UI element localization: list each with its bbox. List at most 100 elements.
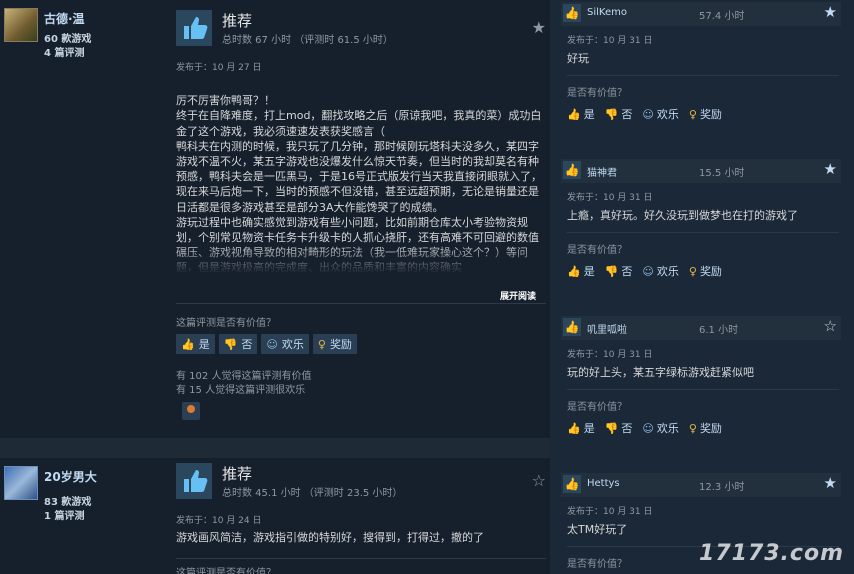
vote-yes-button[interactable]: 👍 是	[176, 334, 215, 354]
vote-no-button[interactable]: 👎 否	[605, 106, 633, 122]
comment-vote-buttons: 👍 是 👎 否 ☺ 欢乐 ♀ 奖励	[567, 263, 722, 279]
review-card: 20岁男大 83 款游戏 1 篇评测 推荐 总时数 45.1 小时 （评测时 2…	[0, 458, 550, 574]
thumbs-down-icon: 👎	[604, 107, 619, 121]
award-button[interactable]: ♀ 奖励	[689, 106, 722, 122]
award-label: 奖励	[699, 422, 722, 435]
posted-date: 发布于：10 月 27 日	[176, 63, 262, 73]
comment-header: 👍 Hettys 12.3 小时 ★	[561, 473, 841, 497]
award-label: 奖励	[699, 108, 722, 121]
comment-helpful-question: 是否有价值？	[567, 559, 627, 570]
commenter-hours: 6.1 小时	[699, 325, 739, 336]
comment-text: 玩的好上头，某五字绿标游戏赶紧似吧	[567, 366, 754, 379]
games-owned[interactable]: 60 款游戏	[44, 30, 91, 45]
posted-date: 发布于：10 月 24 日	[176, 516, 262, 526]
award-star-icon[interactable]: ★	[824, 3, 837, 21]
comment-text: 上瘾，真好玩。好久没玩到做梦也在打的游戏了	[567, 209, 798, 222]
commenter-hours: 57.4 小时	[699, 11, 745, 22]
avatar[interactable]	[4, 8, 38, 42]
vote-no-label: 否	[621, 265, 633, 278]
commenter-name[interactable]: SilKemo	[587, 7, 627, 18]
comment-posted-date: 发布于：10 月 31 日	[567, 193, 653, 203]
vote-buttons: 👍 是 👎 否 ☺ 欢乐 ♀ 奖励	[176, 334, 357, 354]
helpful-count: 有 102 人觉得这篇评测有价值	[176, 371, 312, 382]
comment-posted-date: 发布于：10 月 31 日	[567, 36, 653, 46]
smiley-icon: ☺	[642, 264, 654, 278]
thumbs-up-icon: 👍	[563, 475, 581, 493]
vote-yes-button[interactable]: 👍 是	[567, 263, 595, 279]
comment-helpful-question: 是否有价值？	[567, 245, 627, 256]
commenter-name[interactable]: 猫神君	[587, 164, 617, 179]
vote-funny-label: 欢乐	[656, 422, 679, 435]
playtime-hours: 总时数 67 小时 （评测时 61.5 小时）	[222, 35, 393, 46]
thumbs-up-icon: 👍	[567, 421, 581, 435]
author-name[interactable]: 古德·温	[44, 10, 85, 27]
commenter-hours: 12.3 小时	[699, 482, 745, 493]
review-text: 厉不厉害你鸭哥？！ 终于在自降难度，打上mod，翻找攻略之后（原谅我吧，我真的菜…	[176, 78, 546, 274]
vote-funny-button[interactable]: ☺ 欢乐	[261, 334, 309, 354]
comment-vote-buttons: 👍 是 👎 否 ☺ 欢乐 ♀ 奖励	[567, 106, 722, 122]
vote-funny-button[interactable]: ☺ 欢乐	[642, 420, 678, 436]
comment-helpful-question: 是否有价值？	[567, 402, 627, 413]
author-name[interactable]: 20岁男大	[44, 468, 97, 485]
vote-yes-button[interactable]: 👍 是	[567, 420, 595, 436]
smiley-icon: ☺	[266, 337, 278, 351]
comment-text: 太TM好玩了	[567, 523, 628, 536]
comment-helpful-question: 是否有价值？	[567, 88, 627, 99]
vote-yes-label: 是	[583, 108, 595, 121]
vote-no-button[interactable]: 👎 否	[218, 334, 258, 354]
comment-posted-date: 发布于：10 月 31 日	[567, 507, 653, 517]
thumbs-down-icon: 👎	[223, 337, 238, 351]
comments-column: 👍 SilKemo 57.4 小时 ★ 发布于：10 月 31 日 好玩 是否有…	[553, 0, 854, 574]
award-icon: ♀	[317, 337, 326, 351]
thumbs-up-icon: 👍	[563, 4, 581, 22]
award-button[interactable]: ♀ 奖励	[312, 334, 357, 354]
thumbs-up-icon: 👍	[563, 318, 581, 336]
vote-funny-button[interactable]: ☺ 欢乐	[642, 263, 678, 279]
vote-no-button[interactable]: 👎 否	[605, 263, 633, 279]
funny-count: 有 15 人觉得这篇评测很欢乐	[176, 385, 306, 396]
thumbs-down-icon: 👎	[604, 264, 619, 278]
comment-vote-buttons: 👍 是 👎 否 ☺ 欢乐 ♀ 奖励	[567, 420, 722, 436]
vote-no-label: 否	[621, 108, 633, 121]
comment-card: 👍 猫神君 15.5 小时 ★ 发布于：10 月 31 日 上瘾，真好玩。好久没…	[561, 159, 841, 297]
thumbs-up-icon	[176, 463, 212, 499]
award-star-icon[interactable]: ☆	[532, 471, 546, 490]
vote-funny-label: 欢乐	[281, 338, 304, 351]
comment-card: 👍 SilKemo 57.4 小时 ★ 发布于：10 月 31 日 好玩 是否有…	[561, 2, 841, 140]
vote-yes-label: 是	[583, 422, 595, 435]
award-button[interactable]: ♀ 奖励	[689, 263, 722, 279]
comment-header: 👍 叽里呱啦 6.1 小时 ☆	[561, 316, 841, 340]
read-more-link[interactable]: 展开阅读	[500, 289, 536, 302]
award-icon: ♀	[688, 264, 697, 278]
reviews-column: 古德·温 60 款游戏 4 篇评测 推荐 总时数 67 小时 （评测时 61.5…	[0, 0, 550, 574]
award-star-icon[interactable]: ★	[824, 474, 837, 492]
vote-yes-label: 是	[583, 265, 595, 278]
text-fade	[176, 244, 546, 274]
thumbs-up-icon	[176, 10, 212, 46]
award-star-outline-icon[interactable]: ☆	[824, 317, 837, 335]
award-badge-icon[interactable]	[182, 402, 200, 420]
thumbs-up-icon: 👍	[567, 107, 581, 121]
helpful-question: 这篇评测是否有价值？	[176, 568, 276, 574]
reviews-count[interactable]: 4 篇评测	[44, 44, 84, 59]
avatar[interactable]	[4, 466, 38, 500]
vote-funny-button[interactable]: ☺ 欢乐	[642, 106, 678, 122]
commenter-hours: 15.5 小时	[699, 168, 745, 179]
playtime-hours: 总时数 45.1 小时 （评测时 23.5 小时）	[222, 488, 403, 499]
commenter-name[interactable]: Hettys	[587, 478, 620, 489]
vote-no-button[interactable]: 👎 否	[605, 420, 633, 436]
award-star-icon[interactable]: ★	[532, 18, 546, 37]
award-button[interactable]: ♀ 奖励	[689, 420, 722, 436]
thumbs-up-icon: 👍	[567, 264, 581, 278]
thumbs-up-icon: 👍	[181, 337, 195, 351]
games-owned[interactable]: 83 款游戏	[44, 493, 91, 508]
vote-yes-button[interactable]: 👍 是	[567, 106, 595, 122]
watermark-logo: 17173.com	[699, 541, 844, 566]
award-star-icon[interactable]: ★	[824, 160, 837, 178]
smiley-icon: ☺	[642, 107, 654, 121]
reviews-count[interactable]: 1 篇评测	[44, 507, 84, 522]
commenter-name[interactable]: 叽里呱啦	[587, 321, 627, 336]
recommendation-title: 推荐	[222, 12, 253, 30]
divider	[176, 303, 546, 304]
award-label: 奖励	[329, 338, 352, 351]
